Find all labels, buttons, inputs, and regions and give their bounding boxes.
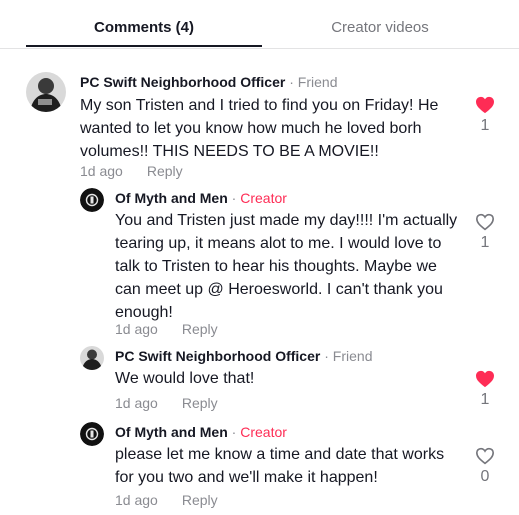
comment-text: please let me know a time and date that … xyxy=(115,446,445,486)
comment-time: 1d ago xyxy=(80,163,123,179)
comment-text: My son Tristen and I tried to find you o… xyxy=(80,97,439,160)
like-button[interactable]: 0 xyxy=(470,447,500,486)
tab-creator-videos[interactable]: Creator videos xyxy=(262,0,498,47)
like-button[interactable]: 1 xyxy=(470,370,500,409)
reply-button[interactable]: Reply xyxy=(182,492,218,508)
like-count: 1 xyxy=(480,391,490,408)
comment-author[interactable]: PC Swift Neighborhood Officer xyxy=(115,348,320,364)
creator-tag: Creator xyxy=(240,190,287,206)
heart-outline-icon xyxy=(475,213,495,231)
separator-dot: · xyxy=(320,348,333,364)
like-button[interactable]: 1 xyxy=(470,96,500,135)
creator-tag: Creator xyxy=(240,424,287,440)
comment-meta: 1d ago Reply xyxy=(115,321,218,337)
comment-header: PC Swift Neighborhood Officer · Friend xyxy=(115,347,372,365)
like-button[interactable]: 1 xyxy=(470,213,500,252)
friend-tag: Friend xyxy=(332,348,373,364)
avatar[interactable] xyxy=(80,346,104,370)
avatar[interactable] xyxy=(80,188,104,212)
like-count: 0 xyxy=(480,468,490,485)
like-count: 1 xyxy=(480,234,490,251)
comment-meta: 1d ago Reply xyxy=(80,163,183,179)
comment-author[interactable]: Of Myth and Men xyxy=(115,190,228,206)
active-tab-indicator xyxy=(26,45,262,47)
officer-avatar-icon xyxy=(80,346,104,370)
comment-header: Of Myth and Men · Creator xyxy=(115,189,287,207)
avatar[interactable] xyxy=(26,72,66,112)
heart-filled-icon xyxy=(476,96,494,114)
creator-logo-avatar-icon xyxy=(80,188,104,212)
comment-time: 1d ago xyxy=(115,321,158,337)
separator-dot: · xyxy=(285,74,298,90)
officer-avatar-icon xyxy=(26,72,66,112)
reply-button[interactable]: Reply xyxy=(147,163,183,179)
comment-meta: 1d ago Reply xyxy=(115,395,218,411)
like-count: 1 xyxy=(480,117,490,134)
friend-tag: Friend xyxy=(297,74,338,90)
comment-author[interactable]: Of Myth and Men xyxy=(115,424,228,440)
separator-dot: · xyxy=(227,190,241,206)
tab-comments[interactable]: Comments (4) xyxy=(26,0,262,47)
comment-header: Of Myth and Men · Creator xyxy=(115,423,287,441)
comment-time: 1d ago xyxy=(115,395,158,411)
comment-text: You and Tristen just made my day!!!! I'm… xyxy=(115,212,458,321)
comment-time: 1d ago xyxy=(115,492,158,508)
heart-outline-icon xyxy=(475,447,495,465)
comment-tabs: Comments (4) Creator videos xyxy=(0,0,519,49)
comment-author[interactable]: PC Swift Neighborhood Officer xyxy=(80,74,285,90)
creator-logo-avatar-icon xyxy=(80,422,104,446)
avatar[interactable] xyxy=(80,422,104,446)
heart-filled-icon xyxy=(476,370,494,388)
comment-header: PC Swift Neighborhood Officer · Friend xyxy=(80,73,337,91)
reply-button[interactable]: Reply xyxy=(182,321,218,337)
comment-text: We would love that! xyxy=(115,370,255,387)
separator-dot: · xyxy=(227,424,241,440)
reply-button[interactable]: Reply xyxy=(182,395,218,411)
comment-meta: 1d ago Reply xyxy=(115,492,218,508)
